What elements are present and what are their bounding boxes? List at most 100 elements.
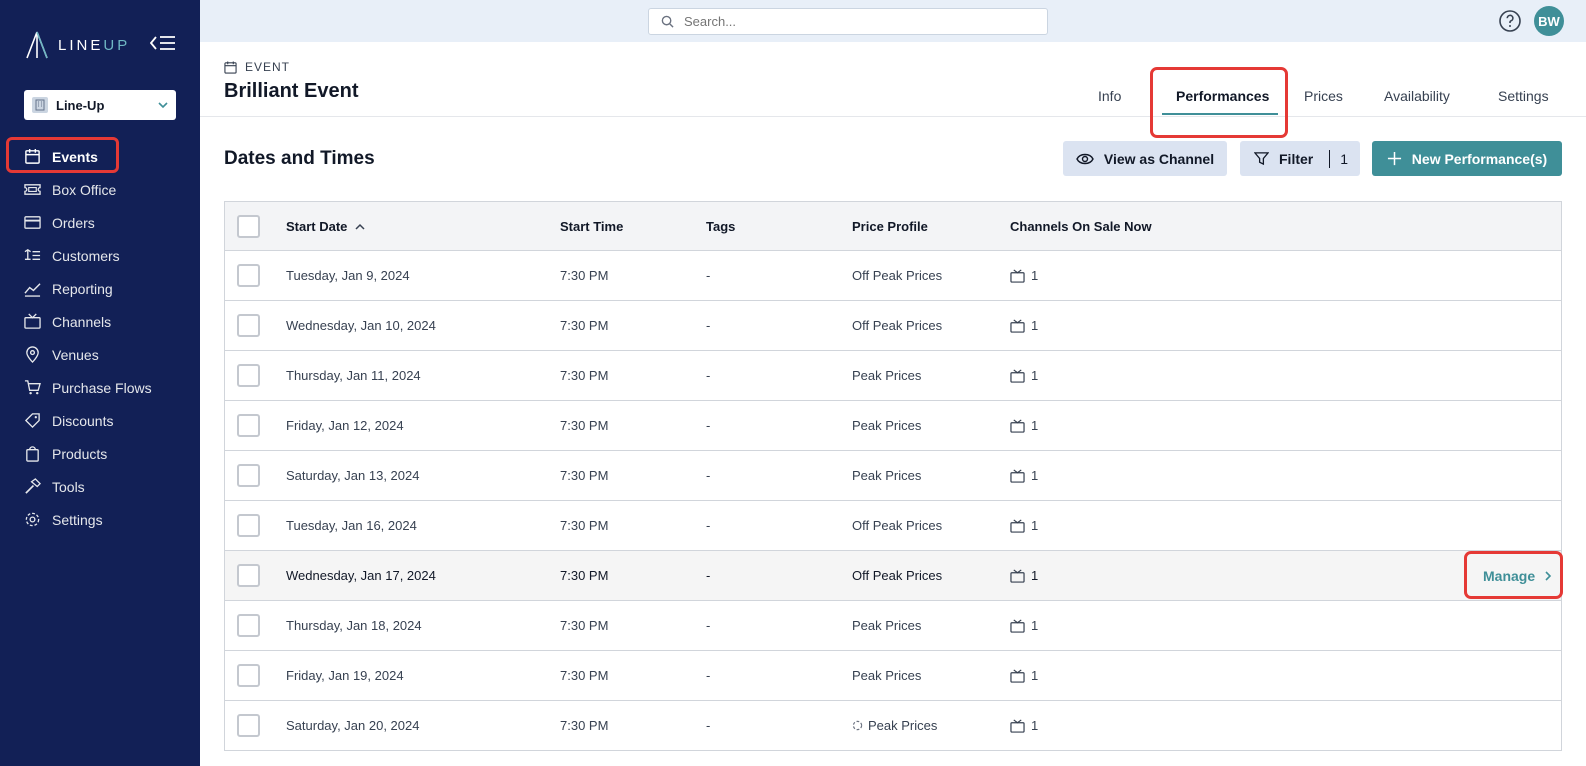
row-checkbox[interactable]	[237, 714, 260, 737]
logo-text: LINEUP	[58, 37, 130, 54]
row-channel-count: 1	[1031, 368, 1039, 383]
row-start-date: Thursday, Jan 18, 2024	[286, 618, 422, 633]
column-header-start-time: Start Time	[560, 218, 624, 234]
row-start-time: 7:30 PM	[560, 268, 609, 283]
plus-icon	[1387, 151, 1401, 166]
row-channels: 1	[1010, 368, 1038, 383]
row-channels: 1	[1010, 268, 1038, 283]
row-price-profile-label: Peak Prices	[852, 618, 922, 633]
sort-ascending-icon	[355, 223, 365, 230]
sidebar-item-customers[interactable]: Customers	[0, 239, 200, 272]
tab-performances[interactable]: Performances	[1176, 88, 1269, 104]
column-header-tags: Tags	[706, 218, 736, 234]
column-header-channels-on-sale: Channels On Sale Now	[1010, 218, 1152, 234]
sidebar-item-discounts[interactable]: Discounts	[0, 404, 200, 437]
filter-icon	[1254, 152, 1269, 166]
row-price-profile-label: Peak Prices	[868, 718, 938, 733]
new-performance-button[interactable]: New Performance(s)	[1372, 141, 1562, 176]
table-row[interactable]: Wednesday, Jan 17, 2024 7:30 PM - Off Pe…	[225, 551, 1561, 601]
select-all-checkbox[interactable]	[237, 214, 260, 238]
sidebar-item-label: Settings	[52, 511, 103, 528]
row-channel-count: 1	[1031, 668, 1039, 683]
row-price-profile-label: Peak Prices	[852, 418, 922, 433]
calendar-icon	[25, 148, 40, 164]
row-price-profile-label: Off Peak Prices	[852, 518, 943, 533]
table-row[interactable]: Wednesday, Jan 10, 2024 7:30 PM - Off Pe…	[225, 301, 1561, 351]
row-checkbox[interactable]	[237, 614, 260, 637]
row-start-date: Tuesday, Jan 16, 2024	[286, 518, 417, 533]
table-row[interactable]: Thursday, Jan 11, 2024 7:30 PM - Peak Pr…	[225, 351, 1561, 401]
sidebar-item-tools[interactable]: Tools	[0, 470, 200, 503]
sidebar-item-label: Box Office	[52, 181, 117, 198]
row-start-time: 7:30 PM	[560, 368, 609, 383]
eye-icon	[1076, 153, 1094, 164]
table-row[interactable]: Saturday, Jan 13, 2024 7:30 PM - Peak Pr…	[225, 451, 1561, 501]
row-start-date: Saturday, Jan 20, 2024	[286, 718, 420, 733]
tab-info[interactable]: Info	[1098, 88, 1121, 104]
row-price-profile-label: Peak Prices	[852, 368, 922, 383]
row-price-profile-label: Off Peak Prices	[852, 318, 943, 333]
table-row[interactable]: Saturday, Jan 20, 2024 7:30 PM - Peak Pr…	[225, 701, 1561, 751]
lineup-logo[interactable]: LINEUP	[24, 30, 130, 60]
row-checkbox[interactable]	[237, 564, 260, 587]
row-checkbox[interactable]	[237, 364, 260, 387]
tab-settings[interactable]: Settings	[1498, 88, 1549, 104]
sidebar-item-settings[interactable]: Settings	[0, 503, 200, 536]
row-checkbox[interactable]	[237, 514, 260, 537]
row-start-date: Wednesday, Jan 17, 2024	[286, 568, 436, 583]
table-row[interactable]: Tuesday, Jan 9, 2024 7:30 PM - Off Peak …	[225, 251, 1561, 301]
row-tags: -	[706, 518, 711, 533]
filter-divider	[1329, 149, 1331, 168]
column-header-start-date[interactable]: Start Date	[286, 219, 365, 234]
row-channel-count: 1	[1031, 268, 1039, 283]
tv-icon	[1010, 518, 1025, 533]
row-price-profile: Peak Prices	[852, 718, 937, 733]
section-title: Dates and Times	[224, 148, 375, 169]
sidebar-item-events[interactable]: Events	[0, 140, 200, 173]
sidebar-item-box-office[interactable]: Box Office	[0, 173, 200, 206]
search-input[interactable]	[684, 14, 1024, 29]
row-start-date: Tuesday, Jan 9, 2024	[286, 268, 410, 283]
manage-link[interactable]: Manage	[1483, 568, 1552, 584]
lineup-logo-icon	[26, 31, 48, 59]
table-row[interactable]: Thursday, Jan 18, 2024 7:30 PM - Peak Pr…	[225, 601, 1561, 651]
user-avatar[interactable]: BW	[1534, 6, 1564, 36]
row-checkbox[interactable]	[237, 414, 260, 437]
sidebar-item-label: Reporting	[52, 280, 113, 297]
tv-icon	[1010, 418, 1025, 433]
tv-icon	[1010, 368, 1025, 383]
row-price-profile: Off Peak Prices	[852, 318, 942, 333]
row-price-profile-label: Peak Prices	[852, 468, 922, 483]
sidebar-item-venues[interactable]: Venues	[0, 338, 200, 371]
row-checkbox[interactable]	[237, 314, 260, 337]
row-channels: 1	[1010, 568, 1038, 583]
help-icon[interactable]	[1498, 9, 1522, 33]
row-checkbox[interactable]	[237, 264, 260, 287]
tv-icon	[1010, 668, 1025, 683]
building-icon	[32, 97, 48, 113]
sidebar-item-reporting[interactable]: Reporting	[0, 272, 200, 305]
sidebar-item-orders[interactable]: Orders	[0, 206, 200, 239]
tab-prices[interactable]: Prices	[1304, 88, 1343, 104]
sidebar-item-channels[interactable]: Channels	[0, 305, 200, 338]
calendar-icon	[224, 60, 237, 74]
table-row[interactable]: Friday, Jan 19, 2024 7:30 PM - Peak Pric…	[225, 651, 1561, 701]
search-box[interactable]	[648, 8, 1048, 35]
organization-select[interactable]: Line-Up	[24, 90, 176, 120]
filter-button[interactable]: Filter 1	[1240, 141, 1360, 176]
table-row[interactable]: Tuesday, Jan 16, 2024 7:30 PM - Off Peak…	[225, 501, 1561, 551]
manage-label: Manage	[1483, 567, 1536, 584]
tab-availability[interactable]: Availability	[1384, 88, 1450, 104]
sidebar-item-purchase-flows[interactable]: Purchase Flows	[0, 371, 200, 404]
chevron-down-icon	[158, 102, 168, 109]
logo-text-accent: UP	[103, 36, 131, 54]
collapse-sidebar-icon[interactable]	[149, 34, 178, 54]
row-channel-count: 1	[1031, 418, 1039, 433]
table-row[interactable]: Friday, Jan 12, 2024 7:30 PM - Peak Pric…	[225, 401, 1561, 451]
row-checkbox[interactable]	[237, 464, 260, 487]
sidebar-item-products[interactable]: Products	[0, 437, 200, 470]
view-as-channel-button[interactable]: View as Channel	[1063, 141, 1227, 176]
row-price-profile: Peak Prices	[852, 368, 921, 383]
row-checkbox[interactable]	[237, 664, 260, 687]
row-tags: -	[706, 368, 711, 383]
